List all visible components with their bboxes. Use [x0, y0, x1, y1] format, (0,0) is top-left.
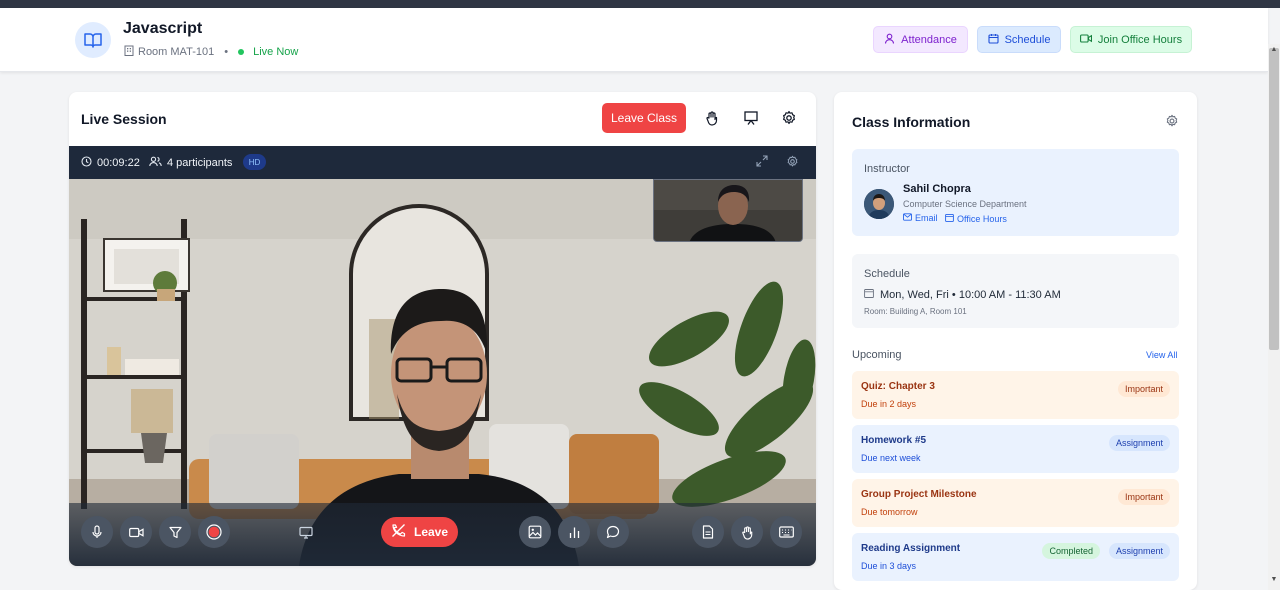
leave-label: Leave: [413, 525, 449, 539]
upcoming-title: Quiz: Chapter 3: [861, 381, 935, 392]
upcoming-title: Reading Assignment: [861, 543, 961, 554]
calendar-icon: [864, 288, 874, 301]
participants-count: 4 participants: [149, 156, 232, 170]
record-icon[interactable]: [198, 516, 230, 548]
avatar: [864, 189, 894, 219]
schedule-button[interactable]: Schedule: [977, 26, 1061, 53]
screen-share-icon[interactable]: [290, 516, 322, 548]
session-timer: 00:09:22: [81, 156, 140, 170]
chat-bubble-icon[interactable]: [597, 516, 629, 548]
status-badge: Important: [1117, 381, 1170, 397]
office-hours-link[interactable]: Office Hours: [945, 213, 1007, 224]
schedule-label: Schedule: [1004, 33, 1051, 46]
users-icon: [149, 156, 162, 170]
settings-gear-icon[interactable]: [779, 108, 799, 128]
call-controls-bar: Leave: [69, 503, 816, 566]
scroll-down-arrow[interactable]: ▼: [1268, 574, 1280, 586]
live-indicator-dot: [238, 49, 245, 55]
hd-quality-badge: HD: [243, 154, 266, 170]
attendance-label: Attendance: [901, 33, 957, 46]
course-header: Javascript Room MAT-101 • Live Now Atten…: [0, 8, 1268, 72]
office-hours-label: Join Office Hours: [1097, 33, 1183, 46]
email-link[interactable]: Email: [903, 213, 938, 223]
upcoming-due: Due tomorrow: [861, 507, 918, 517]
live-session-card: Live Session Leave Class 00:09:22 4 part…: [69, 92, 816, 566]
document-notes-icon[interactable]: [692, 516, 724, 548]
list-item[interactable]: Reading Assignment Due in 3 days Complet…: [852, 533, 1179, 581]
clock-icon: [81, 156, 92, 170]
course-meta: Room MAT-101 • Live Now: [124, 45, 298, 59]
window-top-strip: [0, 0, 1280, 8]
schedule-room: Room: Building A, Room 101: [864, 307, 967, 316]
leave-class-button[interactable]: Leave Class: [602, 103, 686, 133]
meta-separator: •: [224, 46, 229, 58]
image-icon[interactable]: [519, 516, 551, 548]
upcoming-title: Group Project Milestone: [861, 489, 977, 500]
join-office-hours-button[interactable]: Join Office Hours: [1070, 26, 1192, 53]
camera-icon[interactable]: [120, 516, 152, 548]
video-status-bar: 00:09:22 4 participants HD: [69, 146, 816, 179]
schedule-panel: Schedule Mon, Wed, Fri • 10:00 AM - 11:3…: [852, 254, 1179, 328]
class-settings-icon[interactable]: [1165, 114, 1179, 133]
self-view-illustration: [654, 180, 802, 241]
office-hours-link-label: Office Hours: [957, 213, 1007, 224]
email-label: Email: [915, 213, 938, 223]
instructor-name: Sahil Chopra: [903, 183, 971, 195]
upcoming-due: Due in 2 days: [861, 399, 917, 409]
schedule-label: Schedule: [864, 268, 910, 280]
status-badge: Important: [1117, 489, 1170, 505]
class-information-title: Class Information: [852, 114, 971, 130]
calendar-icon: [988, 33, 999, 47]
page-scrollbar-thumb[interactable]: [1269, 48, 1279, 350]
whiteboard-icon[interactable]: [741, 108, 761, 128]
live-session-title: Live Session: [81, 111, 167, 127]
video-feed[interactable]: 00:09:22 4 participants HD Leave: [69, 146, 816, 566]
filter-icon[interactable]: [159, 516, 191, 548]
view-all-link[interactable]: View All: [1146, 350, 1177, 360]
self-view-video[interactable]: [653, 179, 803, 242]
mail-icon: [903, 213, 912, 223]
phone-off-icon: [391, 523, 406, 541]
room-label: Room MAT-101: [138, 46, 215, 58]
instructor-panel: Instructor Sahil Chopra Computer Science…: [852, 149, 1179, 236]
attendance-button[interactable]: Attendance: [873, 26, 968, 53]
list-item[interactable]: Homework #5 Due next week Assignment: [852, 425, 1179, 473]
upcoming-label: Upcoming: [852, 349, 902, 361]
upcoming-title: Homework #5: [861, 435, 927, 446]
leave-call-button[interactable]: Leave: [381, 517, 458, 547]
upcoming-due: Due next week: [861, 453, 921, 463]
participants-label: 4 participants: [167, 157, 233, 169]
list-item[interactable]: Quiz: Chapter 3 Due in 2 days Important: [852, 371, 1179, 419]
upcoming-due: Due in 3 days: [861, 561, 917, 571]
timer-value: 00:09:22: [97, 157, 140, 169]
keyboard-icon[interactable]: [770, 516, 802, 548]
schedule-time-row: Mon, Wed, Fri • 10:00 AM - 11:30 AM: [864, 288, 1061, 301]
course-title: Javascript: [123, 20, 203, 37]
raise-hand-icon[interactable]: [702, 108, 722, 128]
video-settings-icon[interactable]: [786, 155, 799, 168]
instructor-label: Instructor: [864, 163, 910, 175]
instructor-department: Computer Science Department: [903, 199, 1027, 209]
user-check-icon: [884, 33, 895, 47]
status-badge: Assignment: [1108, 543, 1170, 559]
live-status: Live Now: [253, 46, 299, 58]
hand-raise-icon[interactable]: [731, 516, 763, 548]
status-badge: Assignment: [1108, 435, 1170, 451]
list-item[interactable]: Group Project Milestone Due tomorrow Imp…: [852, 479, 1179, 527]
class-information-card: Class Information Instructor Sahil Chopr…: [834, 92, 1197, 590]
poll-chart-icon[interactable]: [558, 516, 590, 548]
calendar-small-icon: [945, 213, 954, 224]
video-camera-icon: [1079, 33, 1092, 46]
completed-badge: Completed: [1042, 543, 1100, 559]
book-icon: [75, 22, 111, 58]
building-icon: [124, 45, 134, 59]
schedule-time: Mon, Wed, Fri • 10:00 AM - 11:30 AM: [880, 288, 1061, 301]
fullscreen-icon[interactable]: [756, 155, 768, 167]
scroll-up-arrow[interactable]: ▲: [1268, 44, 1280, 56]
microphone-icon[interactable]: [81, 516, 113, 548]
